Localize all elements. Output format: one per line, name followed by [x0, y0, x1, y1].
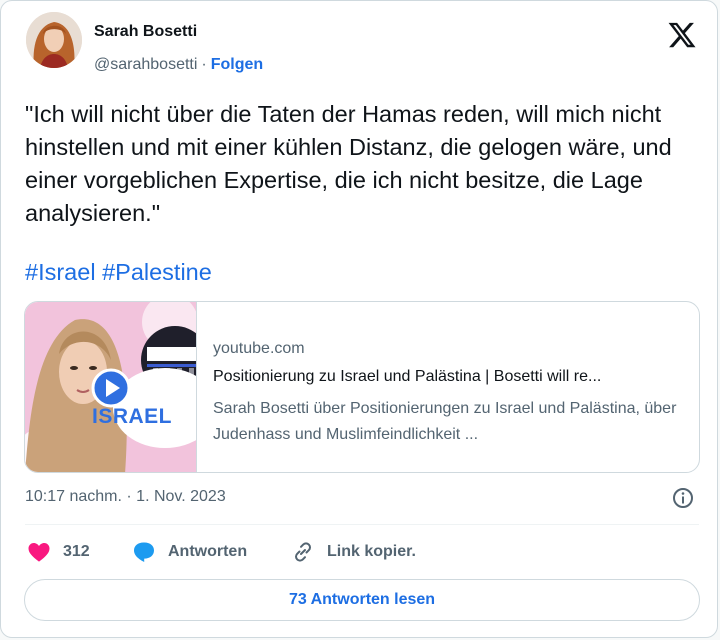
copy-link-label: Link kopier.: [327, 543, 416, 560]
heart-icon: [28, 543, 50, 562]
hashtag-list: #Israel #Palestine: [25, 256, 212, 289]
play-icon: [91, 368, 131, 408]
tweet-card: Sarah Bosetti @sarahbosetti · Folgen "Ich …: [0, 0, 718, 638]
author-name[interactable]: Sarah Bosetti: [94, 23, 197, 41]
divider: [25, 524, 699, 525]
link-preview-card[interactable]: ISRAEL youtube.com Positionierung zu Isr…: [24, 301, 700, 473]
like-count: 312: [63, 543, 90, 560]
tweet-text: "Ich will nicht über die Taten der Hamas…: [25, 101, 672, 226]
author-meta: @sarahbosetti · Folgen: [94, 56, 263, 74]
like-button[interactable]: 312: [27, 539, 90, 565]
link-domain: youtube.com: [213, 340, 305, 357]
hashtag-israel[interactable]: #Israel: [25, 259, 96, 285]
author-handle[interactable]: @sarahbosetti: [94, 56, 197, 73]
reply-button[interactable]: Antworten: [132, 539, 247, 565]
info-icon[interactable]: [671, 486, 695, 510]
avatar-photo: [26, 12, 82, 68]
avatar[interactable]: [26, 12, 82, 68]
reply-label: Antworten: [168, 543, 248, 560]
hashtag-palestine[interactable]: #Palestine: [102, 259, 212, 285]
read-replies-button[interactable]: 73 Antworten lesen: [24, 579, 700, 621]
separator: ·: [201, 56, 207, 73]
link-icon: [295, 542, 311, 562]
reply-bubble-icon: [134, 542, 154, 562]
follow-button[interactable]: Folgen: [211, 56, 263, 73]
x-logo-icon[interactable]: [667, 20, 697, 50]
copy-link-button[interactable]: Link kopier.: [291, 539, 416, 565]
thumbnail-label: ISRAEL: [92, 405, 173, 428]
link-thumbnail: ISRAEL: [25, 302, 197, 472]
link-description: Sarah Bosetti über Positionierungen zu I…: [213, 400, 677, 443]
link-title: Positionierung zu Israel und Palästina |…: [213, 368, 602, 385]
tweet-timestamp[interactable]: 10:17 nachm. · 1. Nov. 2023: [25, 488, 226, 506]
